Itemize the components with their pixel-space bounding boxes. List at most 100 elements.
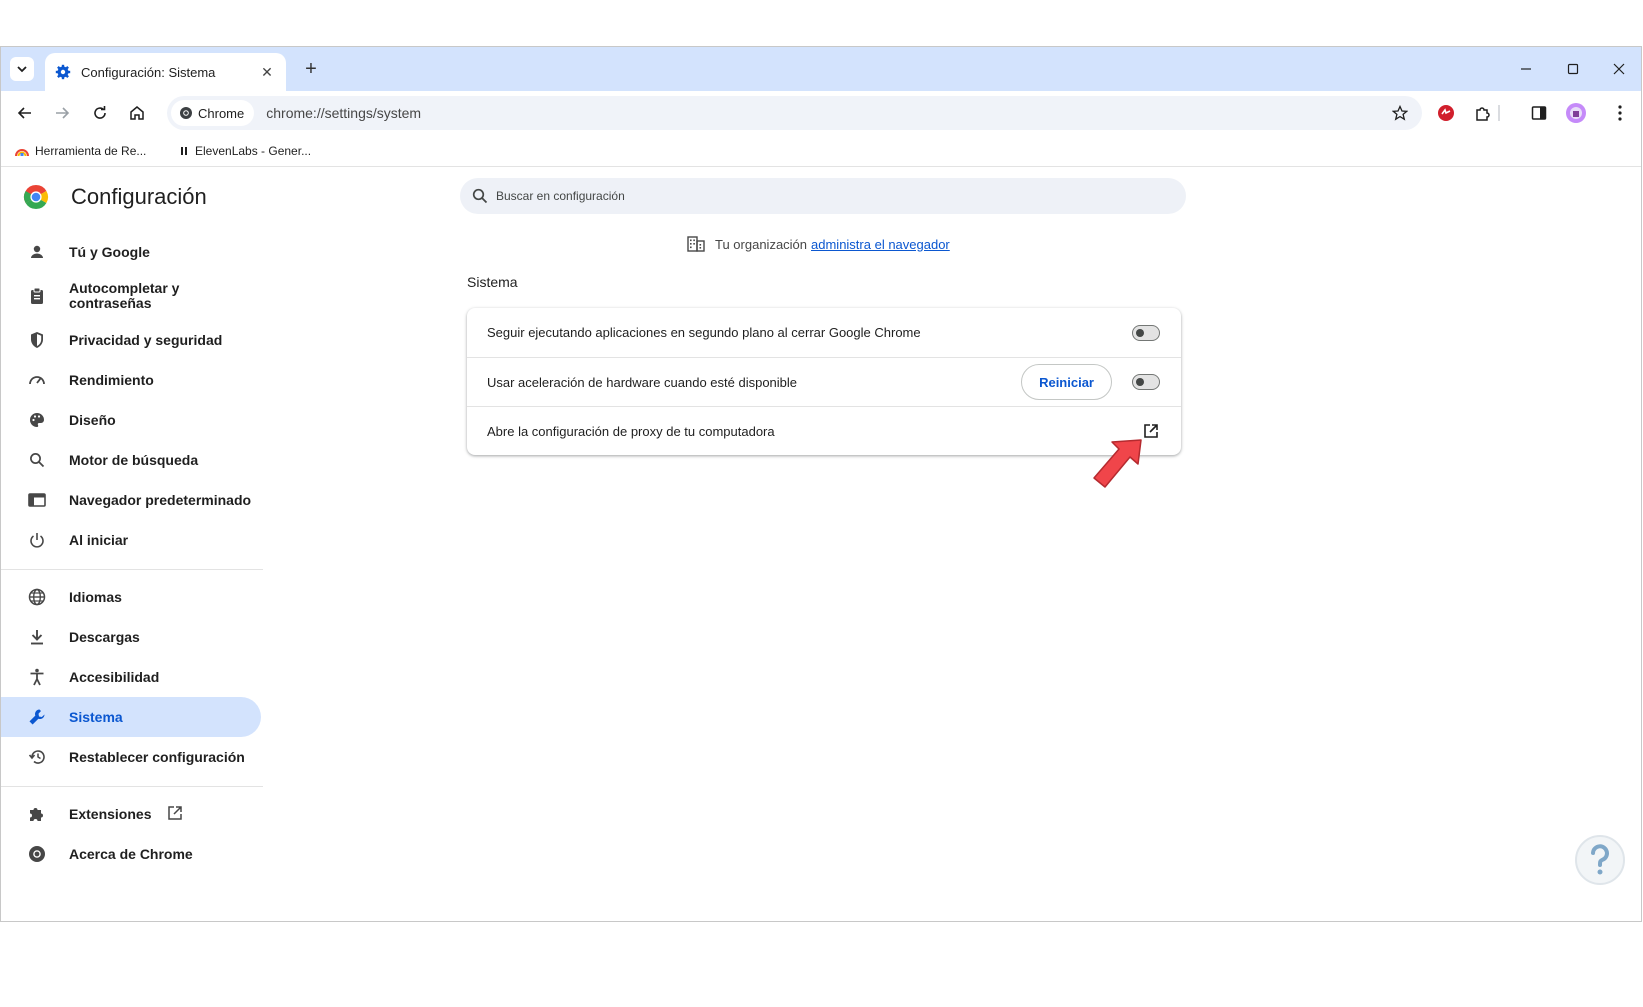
more-vert-icon [1618,105,1622,121]
sidebar-item-appearance[interactable]: Diseño [1,400,261,440]
sidebar-item-label: Tú y Google [69,243,150,260]
arrow-right-icon [56,107,70,119]
bookmark-star-button[interactable] [1392,105,1408,121]
settings-page: Configuración Tú y Google Autocompletar … [1,168,1641,921]
reload-button[interactable] [88,101,112,125]
menu-button[interactable] [1608,101,1632,125]
close-icon[interactable]: ✕ [258,63,276,81]
menu-divider [1,786,263,787]
sidebar-item-label: Autocompletar y contraseñas [69,280,180,311]
minimize-icon [1521,68,1531,70]
browser-icon [26,489,48,511]
row-label: Abre la configuración de proxy de tu com… [487,423,775,439]
sidebar-item-default-browser[interactable]: Navegador predeterminado [1,480,261,520]
sidebar-item-about-chrome[interactable]: Acerca de Chrome [1,834,261,874]
sidebar-item-label: Navegador predeterminado [69,491,252,508]
forward-button[interactable] [50,101,74,125]
row-proxy-settings[interactable]: Abre la configuración de proxy de tu com… [467,406,1181,455]
tab-search-button[interactable] [10,57,34,81]
sidebar-item-downloads[interactable]: Descargas [1,617,261,657]
sidebar-item-reset[interactable]: Restablecer configuración [1,737,261,777]
reload-icon [94,106,106,119]
restart-button[interactable]: Reiniciar [1021,364,1112,400]
sidebar-item-label: Extensiones [69,805,152,822]
bookmark-item[interactable]: ElevenLabs - Gener... [179,141,311,161]
sidebar-item-label: Idiomas [69,588,122,605]
sidebar-item-privacy[interactable]: Privacidad y seguridad [1,320,261,360]
sidebar-item-extensions[interactable]: Extensiones [1,794,261,834]
system-settings-card: Seguir ejecutando aplicaciones en segund… [467,308,1181,455]
home-icon [130,106,144,120]
sidebar-item-label: Rendimiento [69,371,154,388]
star-icon [1392,105,1408,121]
side-panel-button[interactable] [1527,101,1551,125]
side-panel-icon [1531,106,1547,120]
globe-icon [26,586,48,608]
sidebar-item-system[interactable]: Sistema [1,697,261,737]
puzzle-icon [26,803,48,825]
chrome-logo-icon [23,185,49,210]
sidebar-item-you-and-google[interactable]: Tú y Google [1,232,261,272]
maximize-button[interactable] [1558,55,1588,83]
arrow-left-icon [17,107,31,119]
sidebar-item-label: Descargas [69,628,140,645]
toolbar: Chrome chrome://settings/system [1,91,1641,135]
bookmark-item[interactable]: Herramienta de Re... [15,141,146,161]
omnibox[interactable]: Chrome chrome://settings/system [167,96,1422,130]
extension-red-button[interactable] [1434,101,1458,125]
accessibility-icon [26,666,48,688]
sidebar-item-label: Motor de búsqueda [69,451,199,468]
red-extension-icon [1438,105,1454,121]
tab-title: Configuración: Sistema [81,64,216,80]
hardware-acceleration-toggle[interactable] [1132,374,1160,390]
sidebar-item-accessibility[interactable]: Accesibilidad [1,657,261,697]
watermark-logo [1575,835,1625,885]
annotation-arrow-icon [1093,439,1142,488]
power-icon [26,529,48,551]
open-in-new-icon [167,805,183,824]
sidebar-item-search-engine[interactable]: Motor de búsqueda [1,440,261,480]
shield-icon [26,329,48,351]
home-button[interactable] [125,101,149,125]
rainbow-favicon-icon [15,149,29,157]
row-label: Usar aceleración de hardware cuando esté… [487,374,798,390]
new-tab-button[interactable]: + [299,57,323,81]
sidebar-item-label: Sistema [69,708,123,725]
section-title: Sistema [467,274,518,290]
site-info-chip[interactable]: Chrome [171,100,255,126]
minimize-button[interactable] [1511,55,1541,83]
maximize-icon [1567,63,1579,75]
speedometer-icon [26,369,48,391]
tab-settings-system[interactable]: Configuración: Sistema ✕ [45,53,286,91]
sidebar-item-autofill[interactable]: Autocompletar y contraseñas [1,276,261,316]
search-icon [26,449,48,471]
chrome-icon [26,843,48,865]
page-title: Configuración [71,184,207,209]
sidebar-item-label: Al iniciar [69,531,129,548]
sidebar-item-label: Privacidad y seguridad [69,331,223,348]
sidebar-item-on-startup[interactable]: Al iniciar [1,520,261,560]
sidebar-item-performance[interactable]: Rendimiento [1,360,261,400]
url-text[interactable]: chrome://settings/system [266,105,1392,121]
extensions-button[interactable] [1471,101,1495,125]
settings-search[interactable] [460,178,1186,214]
download-icon [26,626,48,648]
background-apps-toggle[interactable] [1132,324,1160,341]
bookmark-label: Herramienta de Re... [35,144,147,158]
back-button[interactable] [13,101,37,125]
profile-button[interactable] [1564,101,1588,125]
browser-window: Configuración: Sistema ✕ + Chrome chrome… [0,46,1642,922]
question-mark-icon [1591,844,1609,875]
open-in-new-icon[interactable] [1141,421,1161,441]
puzzle-icon [1476,107,1490,121]
bookmarks-bar: Herramienta de Re... ElevenLabs - Gener.… [1,135,1641,167]
person-icon [26,241,48,263]
toolbar-separator [1498,105,1500,121]
managed-link[interactable]: administra el navegador [811,237,950,252]
chevron-down-icon [17,66,27,73]
wrench-icon [26,706,48,728]
search-input[interactable] [496,189,1096,203]
window-close-button[interactable] [1604,55,1634,83]
tab-strip: Configuración: Sistema ✕ + [1,47,1641,91]
sidebar-item-languages[interactable]: Idiomas [1,577,261,617]
